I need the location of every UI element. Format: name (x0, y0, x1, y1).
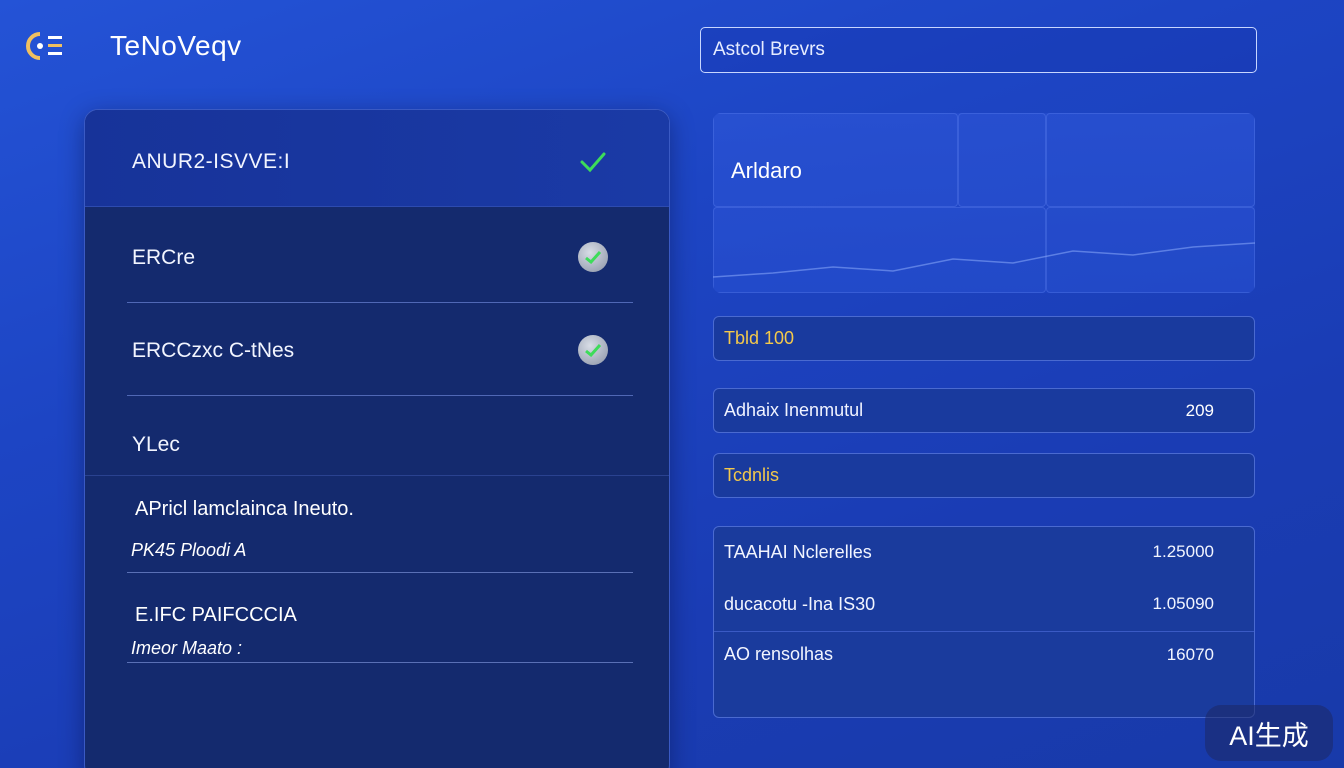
chart-area: Arldaro (713, 113, 1255, 293)
list-item[interactable]: ERCCzxc C-tNes (85, 303, 669, 396)
list-item-label: ANUR2-ISVVE:I (132, 150, 291, 173)
row-divider (127, 572, 633, 573)
info-row[interactable]: Adhaix Inenmutul 209 (713, 388, 1255, 433)
detail-subtitle: Imeor Maato : (131, 638, 243, 658)
info-row-label: Adhaix Inenmutul (724, 400, 864, 420)
detail-subtitle: PK45 Ploodi A (131, 540, 247, 560)
chart-cell (1046, 113, 1255, 207)
info-row[interactable]: Tcdnlis (713, 453, 1255, 498)
detail-title: E.IFC PAIFCCCIA (135, 604, 297, 626)
chart-title: Arldaro (731, 158, 802, 183)
list-item-label: YLec (132, 433, 180, 456)
status-dot-icon (578, 335, 608, 365)
detail-item[interactable]: E.IFC PAIFCCCIA Imeor Maato : (85, 576, 669, 676)
check-icon (580, 152, 606, 173)
table-row[interactable]: TAAHAI Nclerelles 1.25000 (714, 527, 1254, 577)
list-item-header[interactable]: ANUR2-ISVVE:I (85, 110, 669, 207)
table-cell-value: 16070 (1166, 644, 1214, 664)
chart-sparkline-icon (713, 242, 1255, 278)
table-row[interactable]: AO rensolhas 16070 (714, 631, 1254, 677)
data-table: TAAHAI Nclerelles 1.25000 ducacotu -Ina … (713, 526, 1255, 718)
chart-cell (958, 113, 1046, 207)
table-cell-value: 1.05090 (1152, 594, 1214, 613)
table-cell-label: TAAHAI Nclerelles (724, 541, 872, 562)
info-row-label: Tbld 100 (724, 328, 795, 348)
detail-title: APricl lamclainca Ineuto. (135, 498, 354, 520)
table-cell-label: ducacotu -Ina IS30 (724, 593, 876, 614)
info-row-label: Tcdnlis (724, 465, 780, 485)
search-input[interactable]: Astcol Brevrs (700, 27, 1257, 73)
list-item-label: ERCCzxc C-tNes (132, 339, 295, 362)
app-title: TeNoVeqv (110, 30, 242, 61)
list-item[interactable]: ERCre (85, 210, 669, 303)
list-item-label: ERCre (132, 246, 196, 269)
info-row[interactable]: Tbld 100 (713, 316, 1255, 361)
ai-generated-watermark: AI生成 (1205, 705, 1333, 761)
info-row-value: 209 (1185, 400, 1214, 420)
row-divider (127, 662, 633, 663)
table-row[interactable]: ducacotu -Ina IS30 1.05090 (714, 577, 1254, 631)
table-cell-value: 1.25000 (1152, 542, 1214, 561)
status-dot-icon (578, 242, 608, 272)
table-cell-label: AO rensolhas (724, 644, 834, 664)
detail-item[interactable]: APricl lamclainca Ineuto. PK45 Ploodi A (85, 476, 669, 576)
left-panel: ANUR2-ISVVE:I ERCre ERCCzxc C-tNes YLec … (84, 109, 670, 768)
app-logo-icon (26, 32, 62, 60)
